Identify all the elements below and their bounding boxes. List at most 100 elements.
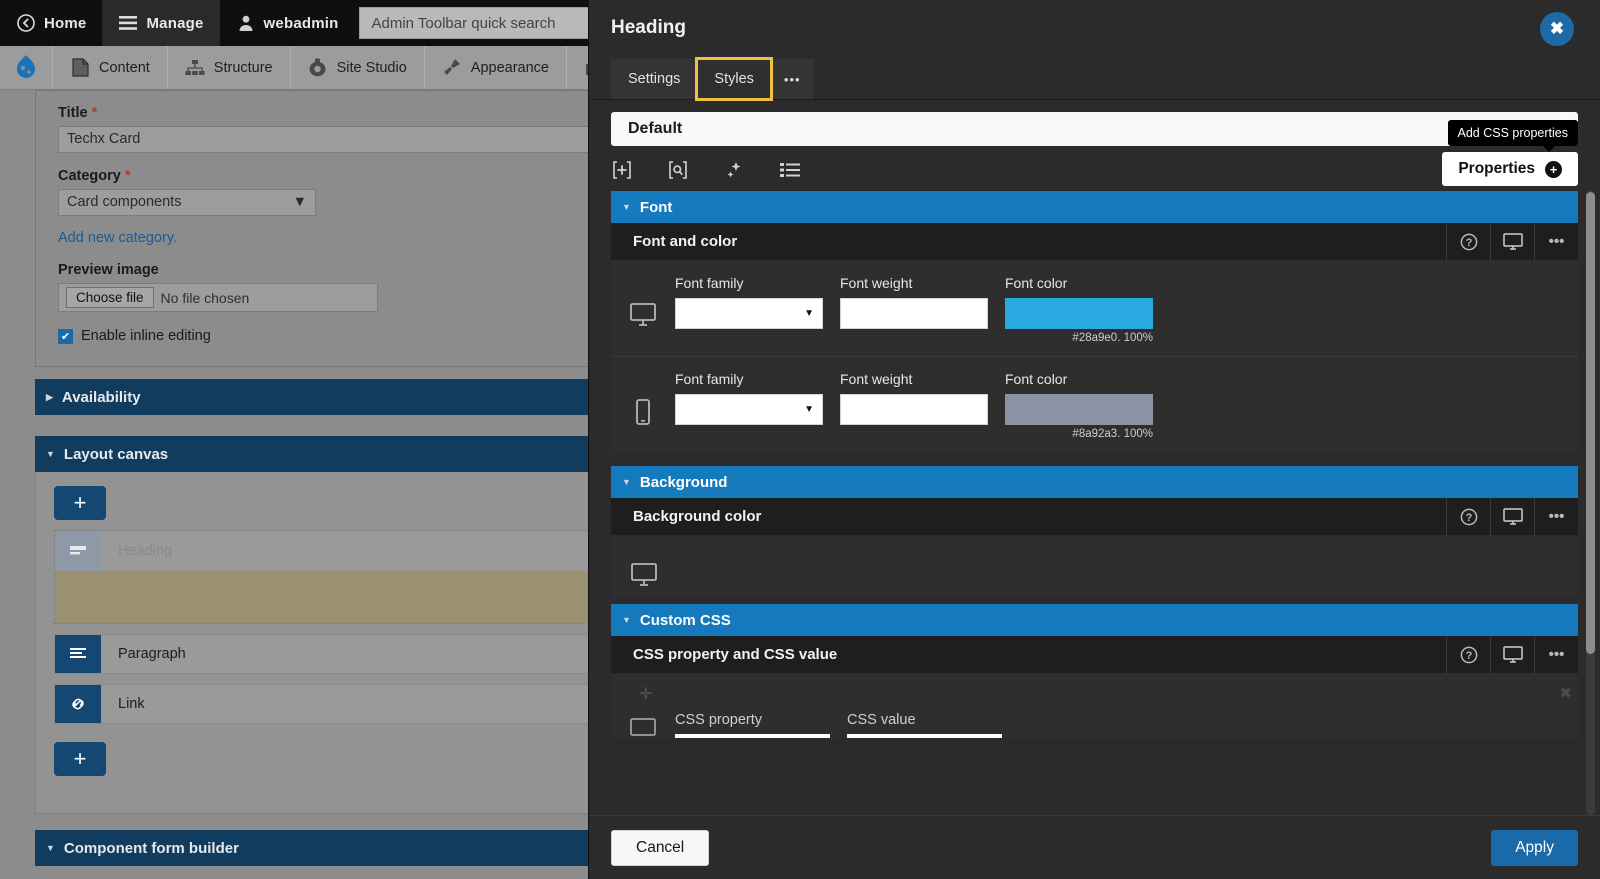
- css-property-input[interactable]: [675, 734, 830, 738]
- checkbox-checked-icon: ✔: [58, 328, 73, 344]
- magic-style-icon[interactable]: [723, 159, 745, 181]
- accordion-availability[interactable]: ▶ Availability: [35, 379, 655, 415]
- font-family-select-mobile[interactable]: ▼: [675, 394, 823, 425]
- more-options-icon[interactable]: •••: [1534, 635, 1578, 674]
- style-toolbar: Properties +: [589, 146, 1600, 191]
- help-icon[interactable]: ?: [1446, 497, 1490, 536]
- help-icon[interactable]: ?: [1446, 635, 1490, 674]
- preview-image-label: Preview image: [58, 262, 159, 278]
- font-family-label-desktop: Font family: [675, 275, 744, 291]
- admin-search-placeholder: Admin Toolbar quick search: [371, 14, 556, 32]
- font-weight-field-mobile: Font weight: [840, 371, 988, 440]
- font-color-field-desktop: Font color #28a9e0. 100%: [1005, 275, 1153, 344]
- help-icon[interactable]: ?: [1446, 222, 1490, 261]
- preview-image-file-input[interactable]: Choose file No file chosen: [58, 283, 378, 312]
- desktop-icon: [631, 563, 657, 592]
- component-details-box: Title * Techx Card Category * Card compo…: [35, 90, 655, 367]
- find-style-icon[interactable]: [667, 159, 689, 181]
- section-header-custom-css[interactable]: ▼ Custom CSS: [611, 604, 1578, 636]
- heading-icon: [55, 531, 101, 571]
- drupal-logo-icon[interactable]: [0, 46, 52, 89]
- styles-scroll-area[interactable]: ▼ Font Font and color ? ••• Font family …: [589, 191, 1600, 815]
- canvas-item-paragraph[interactable]: Paragraph: [54, 634, 636, 674]
- menu-item-structure-label: Structure: [213, 59, 273, 76]
- chevron-down-icon: ▼: [46, 843, 55, 853]
- svg-text:?: ?: [1465, 237, 1472, 249]
- user-icon: [236, 13, 256, 33]
- font-family-field-mobile: Font family ▼: [675, 371, 823, 440]
- tab-settings[interactable]: Settings: [611, 59, 698, 99]
- modal-title: Heading: [611, 17, 686, 38]
- accordion-layout-canvas[interactable]: ▼ Layout canvas: [35, 436, 655, 472]
- font-color-caption-mobile: #8a92a3. 100%: [1072, 428, 1153, 440]
- choose-file-button[interactable]: Choose file: [66, 287, 154, 308]
- desktop-breakpoint-icon[interactable]: [1490, 497, 1534, 536]
- section-header-font[interactable]: ▼ Font: [611, 191, 1578, 223]
- css-property-label: CSS property: [675, 712, 763, 728]
- tab-more-icon[interactable]: •••: [770, 59, 814, 99]
- accordion-component-form-builder[interactable]: ▼ Component form builder: [35, 830, 655, 866]
- title-label-text: Title: [58, 105, 88, 121]
- more-options-icon[interactable]: •••: [1534, 222, 1578, 261]
- add-component-top-button[interactable]: +: [54, 486, 106, 520]
- category-select[interactable]: Card components ▼: [58, 189, 316, 216]
- css-property-field: CSS property: [675, 712, 830, 738]
- subsection-font-and-color: Font and color ? •••: [611, 222, 1578, 261]
- section-header-background[interactable]: ▼ Background: [611, 466, 1578, 498]
- toolbar-user-label: webadmin: [263, 14, 339, 32]
- menu-item-site-studio[interactable]: Site Studio: [289, 46, 424, 89]
- document-icon: [70, 58, 90, 78]
- enable-inline-editing-label: Enable inline editing: [81, 328, 211, 344]
- style-selector[interactable]: Default: [611, 112, 1578, 146]
- chevron-down-icon: ▼: [622, 615, 631, 625]
- font-color-label-desktop: Font color: [1005, 275, 1068, 291]
- properties-button[interactable]: Properties +: [1442, 152, 1578, 186]
- css-value-input[interactable]: [847, 734, 1002, 738]
- font-color-swatch-mobile[interactable]: [1005, 394, 1153, 425]
- close-icon[interactable]: ✖: [1540, 12, 1574, 46]
- canvas-item-link[interactable]: Link: [54, 684, 636, 724]
- subsection-css-property-value-label: CSS property and CSS value: [633, 646, 838, 663]
- font-weight-input-mobile[interactable]: [840, 394, 988, 425]
- paragraph-icon: [55, 635, 101, 673]
- cancel-button[interactable]: Cancel: [611, 829, 710, 866]
- plus-circle-icon: +: [1545, 160, 1562, 178]
- toolbar-user-button[interactable]: webadmin: [220, 0, 355, 46]
- drag-handle-icon[interactable]: ✛: [639, 684, 652, 704]
- add-component-bottom-button[interactable]: +: [54, 742, 106, 776]
- add-new-category-link[interactable]: Add new category.: [58, 230, 632, 246]
- canvas-item-heading[interactable]: Heading: [54, 530, 636, 624]
- mobile-icon: [611, 371, 675, 440]
- title-field-label: Title *: [58, 105, 632, 121]
- site-studio-icon: [308, 58, 328, 78]
- menu-item-content-label: Content: [99, 59, 150, 76]
- font-family-select-desktop[interactable]: ▼: [675, 298, 823, 329]
- menu-item-appearance[interactable]: Appearance: [423, 46, 566, 89]
- enable-inline-editing-checkbox[interactable]: ✔ Enable inline editing: [58, 328, 632, 344]
- apply-button[interactable]: Apply: [1491, 829, 1578, 866]
- toolbar-home-button[interactable]: Home: [0, 0, 102, 46]
- more-options-icon[interactable]: •••: [1534, 497, 1578, 536]
- title-input[interactable]: Techx Card: [58, 126, 618, 153]
- subsection-css-property-value: CSS property and CSS value ? •••: [611, 635, 1578, 674]
- font-color-swatch-desktop[interactable]: [1005, 298, 1153, 329]
- section-header-font-label: Font: [639, 198, 673, 216]
- modal-scrollbar-thumb[interactable]: [1586, 192, 1595, 654]
- menu-item-structure[interactable]: Structure: [166, 46, 290, 89]
- font-weight-label-mobile: Font weight: [840, 371, 913, 387]
- toolbar-manage-button[interactable]: Manage: [102, 0, 220, 46]
- font-weight-input-desktop[interactable]: [840, 298, 988, 329]
- sitemap-icon: [185, 58, 205, 78]
- desktop-breakpoint-icon[interactable]: [1490, 222, 1534, 261]
- accordion-component-form-builder-label: Component form builder: [63, 839, 239, 857]
- desktop-breakpoint-icon[interactable]: [1490, 635, 1534, 674]
- list-style-icon[interactable]: [779, 159, 801, 181]
- add-style-icon[interactable]: [611, 159, 633, 181]
- toolbar-manage-label: Manage: [146, 14, 204, 32]
- canvas-item-heading-label: Heading: [118, 543, 173, 559]
- add-css-properties-tooltip: Add CSS properties: [1447, 120, 1578, 152]
- subsection-font-and-color-label: Font and color: [633, 233, 738, 250]
- remove-css-row-icon[interactable]: ✖: [1559, 684, 1572, 702]
- menu-item-content[interactable]: Content: [52, 46, 167, 89]
- tab-styles[interactable]: Styles: [695, 57, 773, 101]
